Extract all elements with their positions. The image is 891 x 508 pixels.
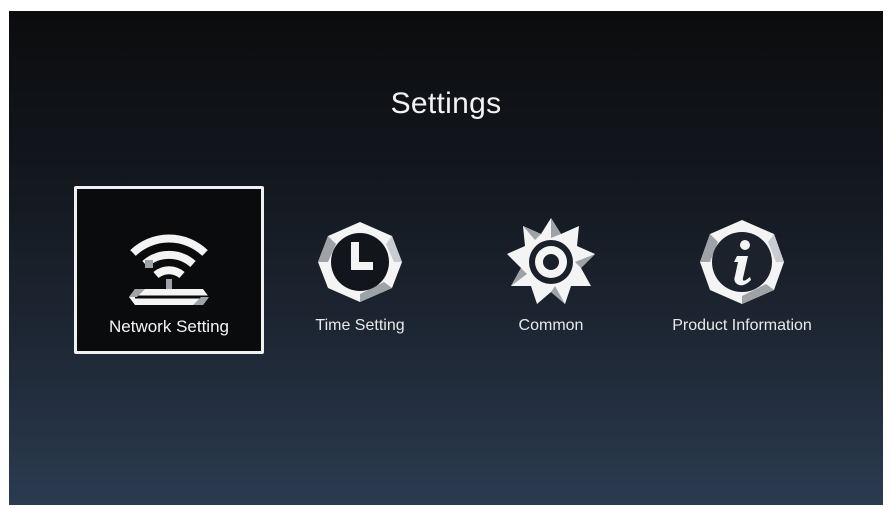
tile-label: Time Setting [315, 317, 405, 334]
gear-icon [505, 216, 597, 308]
network-setting-tile[interactable]: Network Setting [74, 186, 264, 354]
wifi-router-icon [123, 217, 215, 309]
settings-menu: Network Setting Time Setting Common Prod… [9, 11, 883, 505]
info-icon [696, 216, 788, 308]
product-information-tile[interactable]: Product Information [647, 186, 837, 354]
settings-screen: Settings Network Setting Time Setting Co… [9, 11, 883, 505]
tile-label: Network Setting [109, 317, 229, 336]
clock-icon [314, 216, 406, 308]
common-tile[interactable]: Common [456, 186, 646, 354]
time-setting-tile[interactable]: Time Setting [265, 186, 455, 354]
tile-label: Common [518, 317, 584, 334]
tile-label: Product Information [672, 317, 812, 334]
